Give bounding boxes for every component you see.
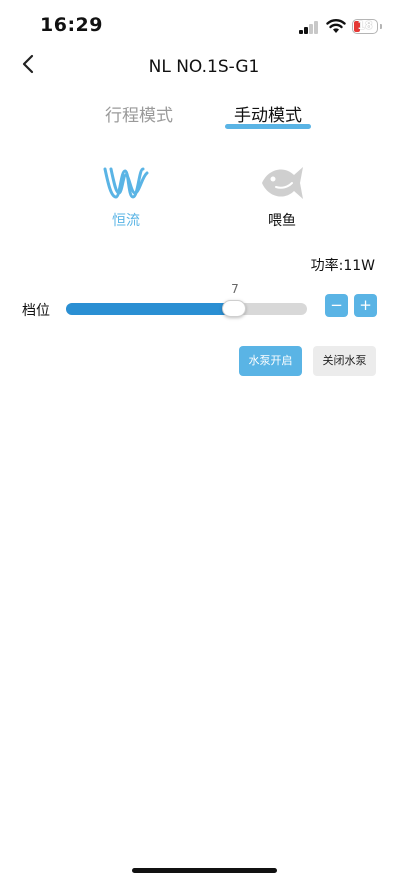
gear-label: 档位 [22,303,50,319]
pump-on-button[interactable]: 水泵开启 [239,346,302,376]
mode-constant-flow[interactable]: 恒流 [96,163,156,233]
tab-trip-mode[interactable]: 行程模式 [105,101,173,126]
slider-value: 7 [231,282,239,296]
constant-flow-icon [103,167,149,199]
battery-icon: 18 [352,19,378,34]
power-readout: 功率:11W [310,258,375,274]
wifi-icon [326,19,346,33]
home-indicator[interactable] [132,868,277,873]
mode-label-feed-fish: 喂鱼 [268,213,296,229]
cellular-signal-icon [299,21,319,34]
tab-active-indicator [225,124,311,129]
pump-off-button[interactable]: 关闭水泵 [313,346,376,376]
page-title: NL NO.1S-G1 [148,57,260,77]
gear-slider-fill [66,303,235,315]
status-time: 16:29 [40,14,103,36]
battery-cap [380,24,382,29]
gear-increase-button[interactable]: + [354,294,377,317]
gear-slider-thumb[interactable] [222,300,246,317]
mode-feed-fish[interactable]: 喂鱼 [252,163,312,233]
gear-slider-track[interactable] [66,303,307,315]
mode-label-constant-flow: 恒流 [112,213,140,229]
gear-decrease-button[interactable]: − [325,294,348,317]
fish-icon [262,167,303,199]
tab-manual-mode[interactable]: 手动模式 [234,101,302,126]
battery-level: 18 [357,19,373,32]
